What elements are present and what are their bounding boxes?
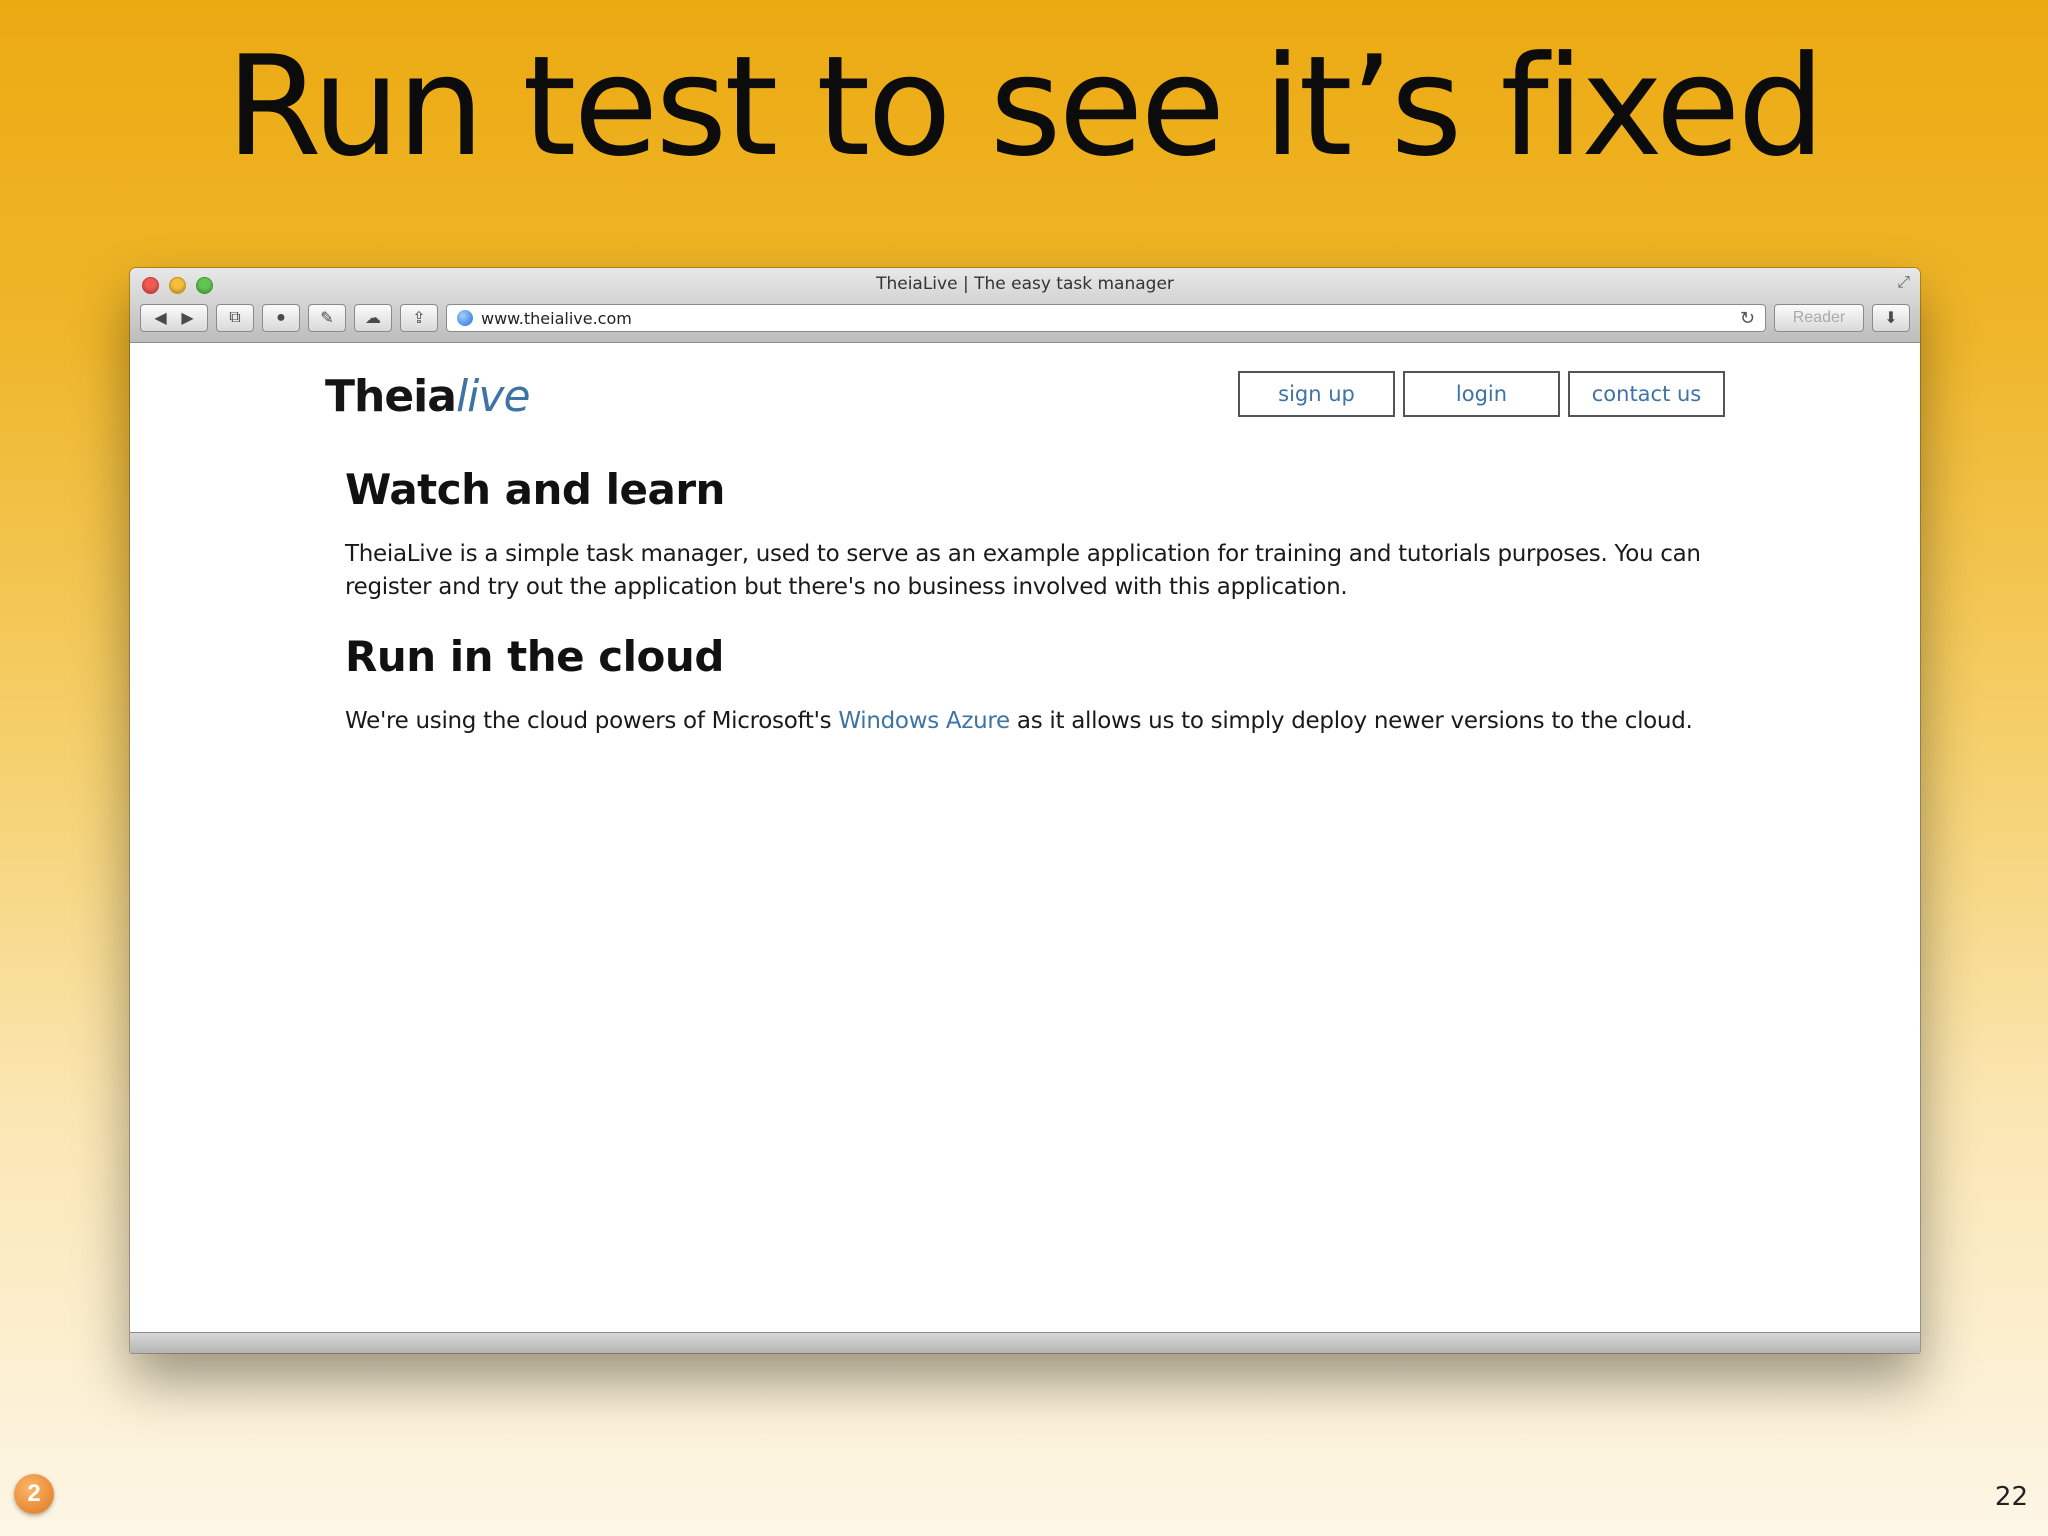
slide-title: Run test to see it’s fixed [225, 26, 1825, 187]
back-icon[interactable]: ◀ [154, 308, 166, 328]
login-button[interactable]: login [1403, 371, 1560, 417]
logo-light: live [455, 371, 531, 422]
main-content: Watch and learn TheiaLive is a simple ta… [345, 465, 1705, 766]
expand-icon[interactable]: ⤢ [1897, 274, 1910, 292]
share-icon: ⇪ [412, 310, 426, 327]
tabs-button[interactable]: ⧉ [216, 304, 254, 332]
section-heading-watch: Watch and learn [345, 465, 725, 514]
slide-number: 22 [1994, 1482, 2028, 1512]
cloud-text-after: as it allows us to simply deploy newer v… [1009, 708, 1693, 734]
browser-window: TheiaLive | The easy task manager ⤢ ◀ ▶ … [130, 268, 1920, 1353]
status-bar [130, 1332, 1920, 1353]
section-heading-cloud: Run in the cloud [345, 632, 724, 681]
tabs-icon: ⧉ [229, 309, 241, 326]
history-button[interactable]: ● [262, 304, 300, 332]
history-icon: ● [276, 309, 286, 326]
browser-chrome: TheiaLive | The easy task manager ⤢ ◀ ▶ … [130, 268, 1920, 343]
site-logo[interactable]: Theialive [325, 371, 531, 422]
address-text[interactable]: www.theialive.com [481, 309, 1732, 328]
section-text-cloud: We're using the cloud powers of Microsof… [345, 705, 1705, 738]
download-icon: ⬇ [1884, 310, 1898, 327]
window-title: TheiaLive | The easy task manager [876, 274, 1174, 294]
address-bar[interactable]: www.theialive.com ↻ [446, 304, 1766, 332]
windows-azure-link[interactable]: Windows Azure [838, 708, 1010, 734]
cloud-icon: ☁ [365, 310, 381, 327]
contact-us-button[interactable]: contact us [1568, 371, 1725, 417]
tools-icon: ✎ [320, 310, 334, 327]
web-page: Theialive sign up login contact us Watch… [130, 343, 1920, 1343]
reader-button[interactable]: Reader [1774, 304, 1864, 332]
download-button[interactable]: ⬇ [1872, 304, 1910, 332]
reload-icon[interactable]: ↻ [1740, 308, 1755, 329]
back-forward-button[interactable]: ◀ ▶ [140, 304, 208, 332]
browser-toolbar: ◀ ▶ ⧉ ● ✎ ☁ ⇪ www.theialive.com ↻ Reader… [140, 303, 1910, 333]
logo-strong: Theia [325, 371, 457, 422]
share-button[interactable]: ⇪ [400, 304, 438, 332]
site-nav: sign up login contact us [1238, 371, 1725, 417]
cloud-text-before: We're using the cloud powers of Microsof… [345, 708, 839, 734]
forward-icon[interactable]: ▶ [181, 308, 193, 328]
section-text-watch: TheiaLive is a simple task manager, used… [345, 541, 1701, 600]
tools-button[interactable]: ✎ [308, 304, 346, 332]
slide-logo-badge: 2 [14, 1474, 54, 1514]
sign-up-button[interactable]: sign up [1238, 371, 1395, 417]
globe-icon [457, 310, 473, 326]
cloud-button[interactable]: ☁ [354, 304, 392, 332]
